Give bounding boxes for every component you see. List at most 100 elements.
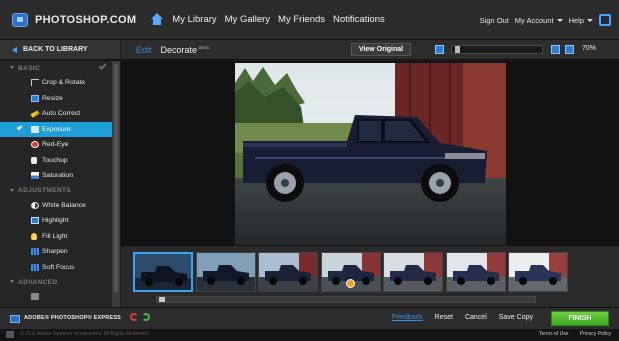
crop-icon [31,79,39,86]
cancel-button[interactable]: Cancel [465,314,487,321]
tool-exposure[interactable]: Exposure [0,121,120,137]
thumbnail-image [135,254,191,290]
undo-icon[interactable] [130,313,138,321]
tool-soft-focus[interactable]: Soft Focus [0,260,120,276]
filmstrip [121,245,619,307]
photoshop-logo-icon [12,12,28,27]
zoom-slider[interactable] [451,45,543,54]
help-label: Help [568,15,584,25]
product-name: ADOBE® PHOTOSHOP® EXPRESS [24,315,122,321]
tool-label: Auto Correct [42,110,81,118]
sign-out-link[interactable]: Sign Out [480,16,509,25]
chat-icon[interactable] [599,14,611,26]
feedback-link[interactable]: Feedback [392,314,423,321]
nav-my-library[interactable]: My Library [172,14,216,25]
fill-light-icon [31,232,37,240]
photoshop-express-logo-icon [10,315,20,323]
copyright: © 2011 Adobe Systems Incorporated. All R… [20,331,150,337]
tool-label: Sharpen [42,248,68,256]
photo-preview[interactable] [235,63,506,245]
finish-button[interactable]: FINISH [551,311,609,326]
view-original-button[interactable]: View Original [351,43,411,56]
section-title: BASIC [18,64,41,72]
tool-fill-light[interactable]: Fill Light [0,229,120,245]
tool-label: Red-Eye [42,141,69,149]
thumbnail[interactable] [320,252,381,292]
action-links: Feedback Reset Cancel Save Copy [380,314,533,321]
logo[interactable]: PHOTOSHOP.COM [12,12,137,27]
tool-highlight[interactable]: Highlight [0,213,120,229]
thumbnail-image [259,253,317,291]
section-advanced[interactable]: ADVANCED [0,275,120,289]
tab-decorate[interactable]: Decorate BETA [161,45,210,55]
checkmark-icon [98,62,107,70]
editor-canvas [121,61,619,245]
redo-icon[interactable] [142,313,150,321]
tool-sharpen[interactable]: Sharpen [0,244,120,260]
footer-links: Terms of Use Privacy Policy [529,331,611,337]
chevron-down-icon [587,19,593,23]
tool-label: Fill Light [42,232,68,240]
home-icon[interactable] [150,12,164,27]
sun-badge-icon [345,279,355,288]
tool-label: Highlight [42,217,69,225]
beta-badge: BETA [199,44,210,50]
checkmark-icon [16,124,23,130]
tool-touchup[interactable]: Touchup [0,153,120,169]
editor-toolbar: Edit Decorate BETA View Original 70% [121,40,619,60]
thumbnail[interactable] [195,252,256,292]
adobe-logo-icon [6,331,14,338]
back-to-library-button[interactable]: BACK TO LIBRARY [0,40,120,60]
main-nav: My Library My Gallery My Friends Notific… [172,14,392,25]
thumbnail-image [196,253,255,291]
tool-saturation[interactable]: Saturation [0,168,120,184]
tool-label: Exposure [42,125,71,133]
tool-resize[interactable]: Resize [0,91,120,107]
reset-button[interactable]: Reset [435,314,453,321]
tool-crop-rotate[interactable]: Crop & Rotate [0,75,120,91]
zoom-actual-size-icon[interactable] [565,45,574,54]
tab-edit[interactable]: Edit [136,45,152,55]
back-arrow-icon [12,46,17,53]
tool-label: Touchup [42,156,68,164]
tool-label: White Balance [42,201,86,209]
zoom-fit-icon[interactable] [551,45,560,54]
my-account-menu[interactable]: My Account [515,16,563,25]
thumbnail-image [446,253,505,291]
help-menu[interactable]: Help [569,16,593,25]
touchup-icon [31,156,37,164]
thumbnail-image [384,253,442,291]
scrollbar-thumb[interactable] [113,63,119,293]
brand-name: PHOTOSHOP.COM [35,13,137,26]
my-account-label: My Account [514,15,554,25]
tool-red-eye[interactable]: Red-Eye [0,137,120,153]
red-eye-icon [31,141,39,148]
tool-auto-correct[interactable]: Auto Correct [0,106,120,122]
top-nav-bar: PHOTOSHOP.COM My Library My Gallery My F… [0,0,619,40]
zoom-out-icon[interactable] [435,45,444,54]
terms-link[interactable]: Terms of Use [539,331,568,337]
nav-my-gallery[interactable]: My Gallery [225,14,270,25]
white-balance-icon [31,201,39,209]
save-copy-button[interactable]: Save Copy [499,314,533,321]
thumbnail[interactable] [258,252,318,292]
privacy-link[interactable]: Privacy Policy [580,331,611,337]
sidebar-scrollbar[interactable] [112,61,120,307]
sharpen-icon [31,248,39,255]
section-adjustments[interactable]: ADJUSTMENTS [0,184,120,198]
nav-notifications[interactable]: Notifications [333,14,385,25]
zoom-slider-handle[interactable] [454,46,460,53]
exposure-icon [31,125,39,133]
section-title: ADVANCED [18,278,58,286]
thumbnail[interactable] [383,252,443,292]
footer: © 2011 Adobe Systems Incorporated. All R… [0,329,619,341]
nav-my-friends[interactable]: My Friends [278,14,325,25]
tool-partial[interactable] [0,289,120,305]
tool-white-balance[interactable]: White Balance [0,198,120,214]
thumbnail[interactable] [508,252,568,292]
thumbnail[interactable] [445,252,506,292]
filmstrip-scroll-handle[interactable] [159,297,165,302]
filmstrip-scrollbar[interactable] [156,296,536,303]
thumbnail[interactable] [133,252,193,292]
section-basic[interactable]: BASIC [0,61,120,75]
